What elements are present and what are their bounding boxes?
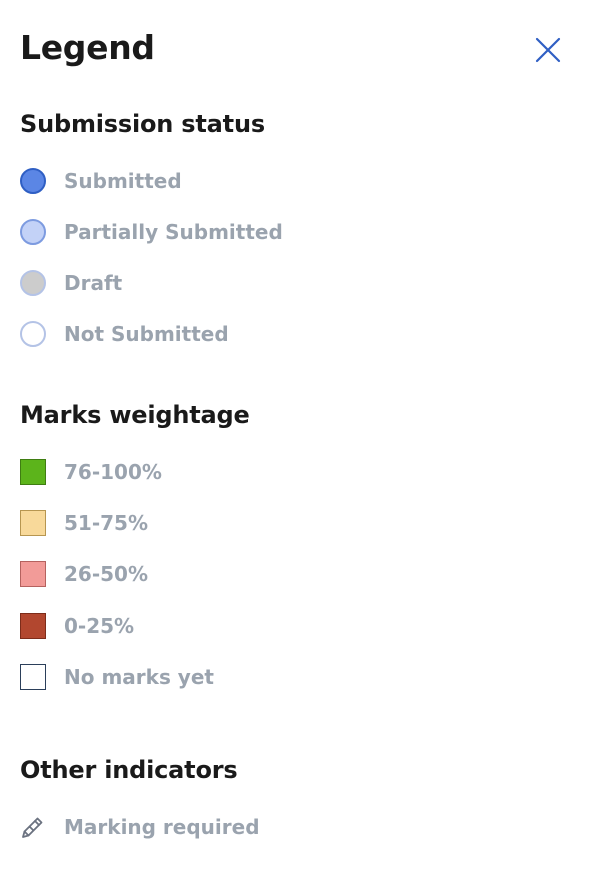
- legend-item-label: Draft: [64, 271, 123, 295]
- legend-item-label: 0-25%: [64, 614, 135, 638]
- legend-item-submitted: Submitted: [19, 167, 182, 195]
- pencil-icon: [22, 817, 43, 838]
- legend-item-label: 76-100%: [64, 460, 162, 484]
- color-swatch: [19, 561, 46, 587]
- marks-weightage-title: Marks weightage: [20, 401, 250, 429]
- legend-item-draft: Draft: [19, 269, 122, 297]
- color-swatch: [19, 510, 46, 536]
- legend-item-76-100: 76-100%: [19, 458, 162, 486]
- legend-item-partially-submitted: Partially Submitted: [19, 218, 283, 246]
- submission-status-title: Submission status: [20, 110, 265, 138]
- page-title: Legend: [20, 28, 155, 67]
- legend-item-label: Submitted: [64, 169, 182, 193]
- close-icon: [535, 37, 561, 63]
- legend-item-51-75: 51-75%: [19, 509, 148, 537]
- legend-item-no-marks: No marks yet: [19, 663, 214, 691]
- status-dot: [19, 219, 46, 245]
- color-swatch: [19, 613, 46, 639]
- legend-item-label: Not Submitted: [64, 322, 229, 346]
- legend-item-label: 51-75%: [64, 511, 149, 535]
- color-swatch: [19, 664, 46, 690]
- legend-item-not-submitted: Not Submitted: [19, 320, 229, 348]
- status-dot: [19, 270, 46, 296]
- legend-item-marking-required: Marking required: [19, 813, 260, 841]
- close-button[interactable]: [532, 34, 564, 66]
- status-dot: [19, 168, 46, 194]
- status-dot: [19, 321, 46, 347]
- legend-item-label: Marking required: [64, 815, 260, 839]
- legend-item-26-50: 26-50%: [19, 560, 148, 588]
- legend-panel: Legend Submission status Submitted Parti…: [0, 0, 604, 874]
- legend-item-label: Partially Submitted: [64, 220, 283, 244]
- other-indicators-title: Other indicators: [20, 756, 238, 784]
- legend-item-0-25: 0-25%: [19, 612, 134, 640]
- legend-item-label: 26-50%: [64, 562, 149, 586]
- legend-item-label: No marks yet: [64, 665, 214, 689]
- color-swatch: [19, 459, 46, 485]
